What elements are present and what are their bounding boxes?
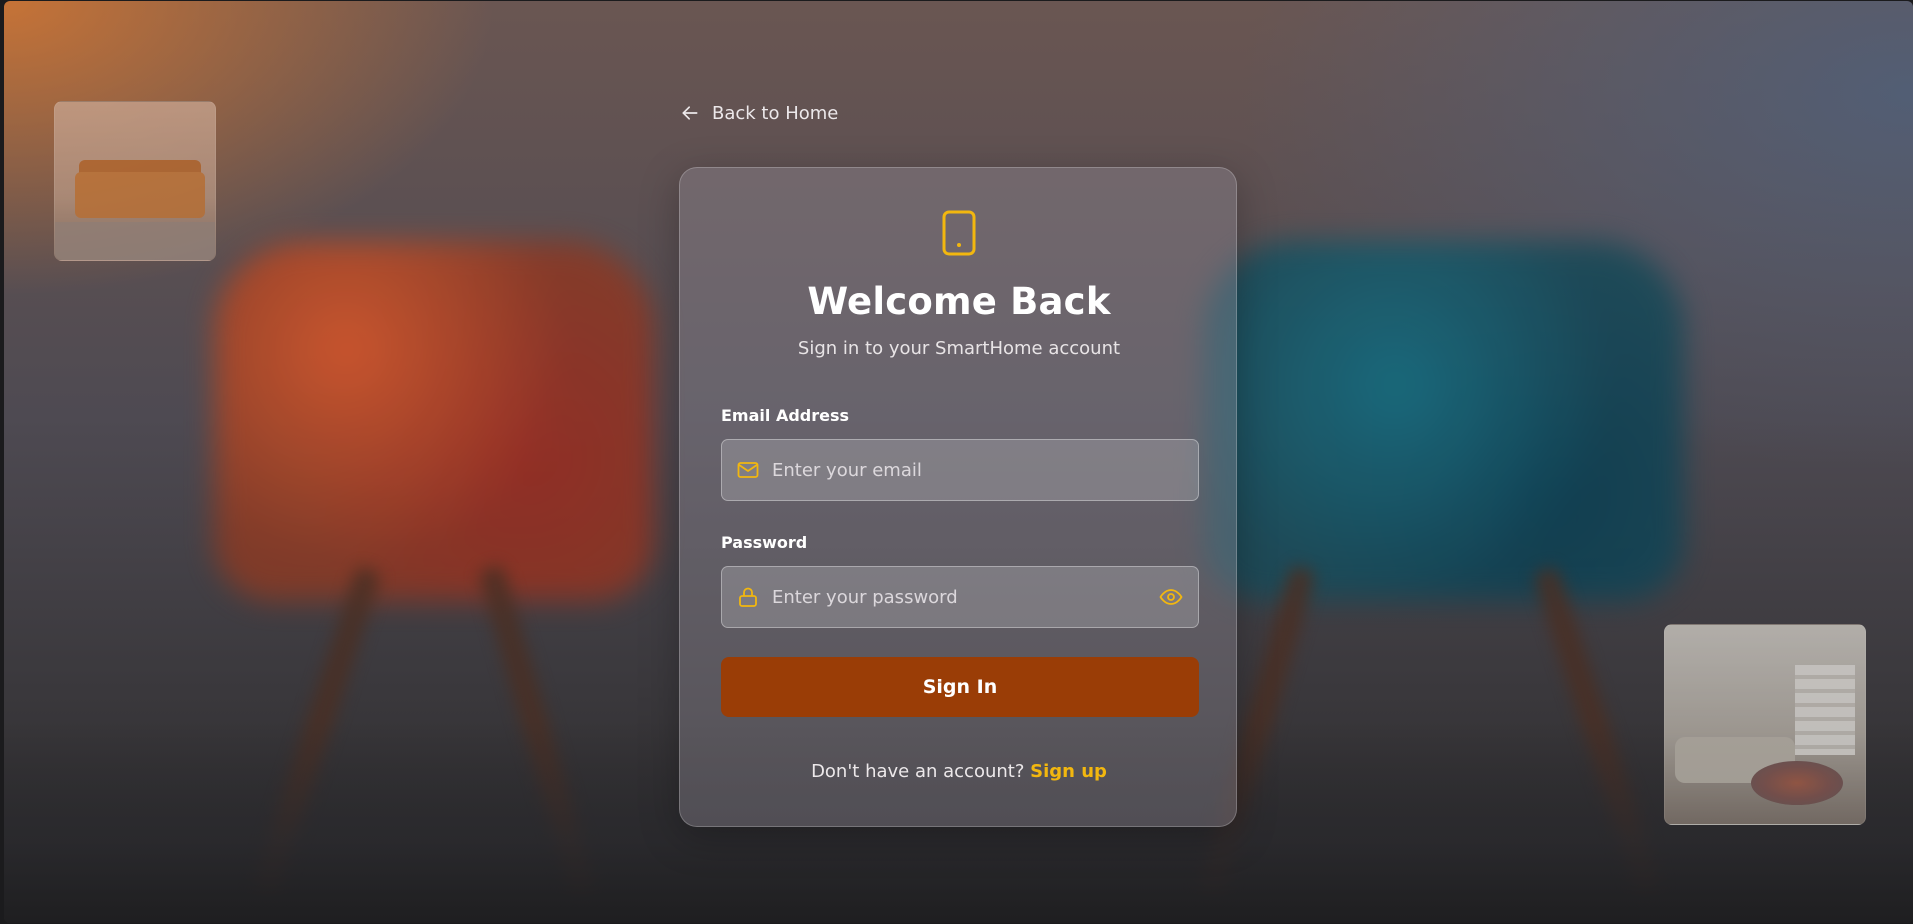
mail-icon <box>737 462 759 478</box>
sofa-shape <box>75 172 205 218</box>
arrow-left-icon <box>682 106 698 120</box>
lock-icon <box>739 587 757 607</box>
blurred-chair-left <box>214 241 654 601</box>
thumbnail-floor <box>55 222 215 260</box>
signup-prompt: Don't have an account? <box>811 761 1025 782</box>
password-label: Password <box>721 533 808 552</box>
device-tablet-icon <box>942 210 976 256</box>
signup-row: Don't have an account? Sign up <box>680 761 1238 782</box>
app-window: Back to Home Welcome Back Sign in to you… <box>0 0 1913 924</box>
password-input[interactable] <box>760 567 1158 627</box>
page-title: Welcome Back <box>807 280 1111 323</box>
sign-in-button[interactable]: Sign In <box>721 657 1199 717</box>
eye-icon <box>1159 589 1183 605</box>
email-field-wrapper <box>721 439 1199 501</box>
sofa-thumbnail <box>54 101 216 261</box>
back-to-home-link[interactable]: Back to Home <box>680 100 838 126</box>
email-label: Email Address <box>721 406 850 425</box>
stairs-shape <box>1795 665 1855 755</box>
back-to-home-label: Back to Home <box>712 102 839 124</box>
password-field-wrapper <box>721 566 1199 628</box>
page-subtitle: Sign in to your SmartHome account <box>797 338 1121 359</box>
sign-up-link[interactable]: Sign up <box>1030 761 1107 782</box>
blurred-chair-right <box>1204 241 1684 601</box>
show-password-toggle[interactable] <box>1158 584 1184 610</box>
living-room-thumbnail <box>1664 624 1866 825</box>
rug-shape <box>1751 761 1843 805</box>
login-card: Welcome Back Sign in to your SmartHome a… <box>679 167 1237 827</box>
email-input[interactable] <box>760 440 1198 500</box>
